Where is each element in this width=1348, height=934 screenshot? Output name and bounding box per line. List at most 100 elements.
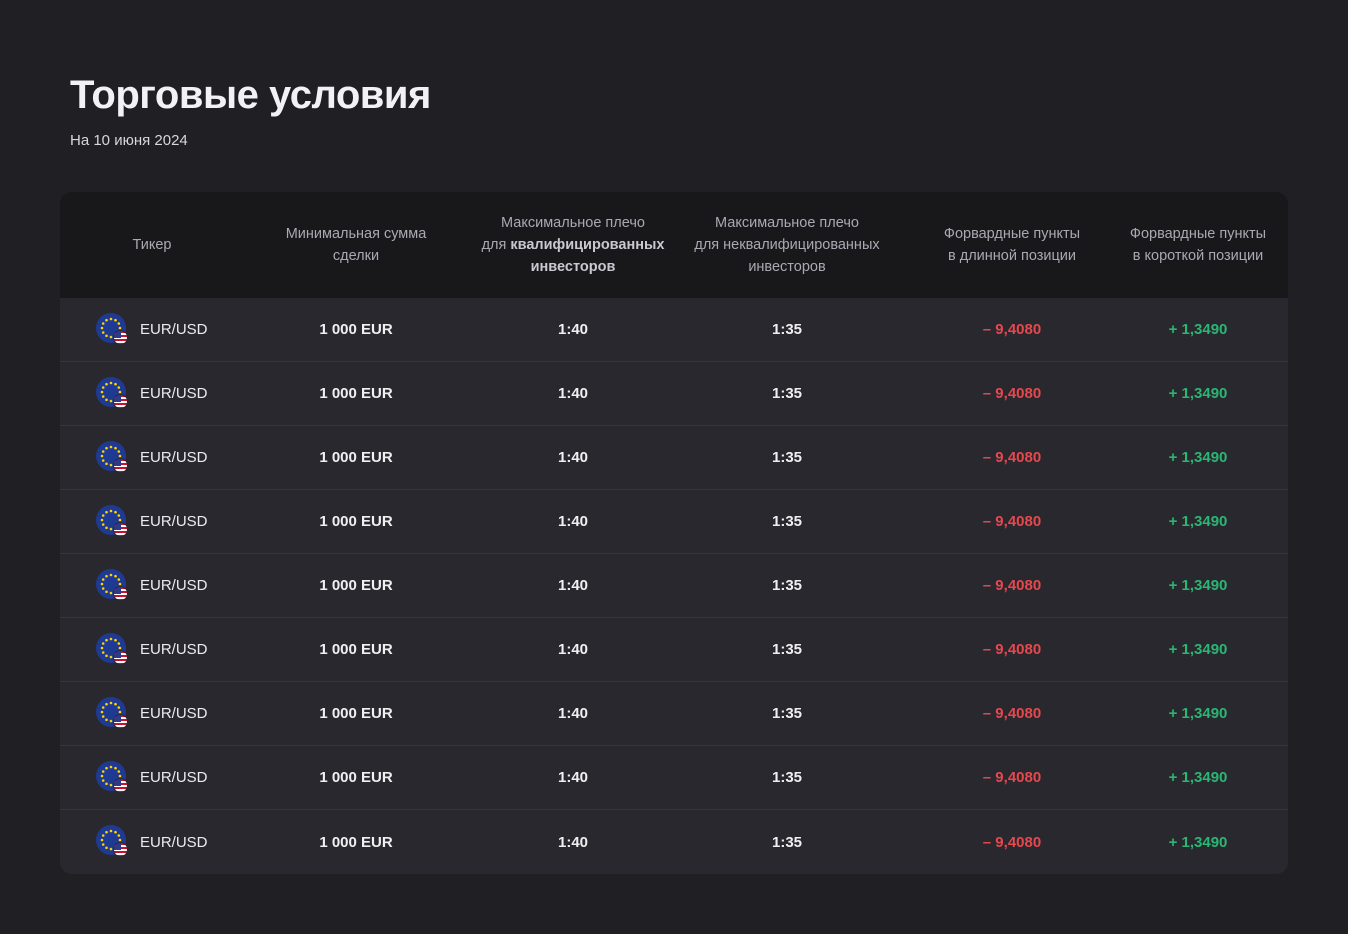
forward-long-cell: – 9,4080: [982, 513, 1042, 530]
forward-long-cell: – 9,4080: [982, 577, 1042, 594]
ticker-cell: EUR/USD: [60, 760, 244, 795]
leverage-unqualified-cell: 1:35: [771, 321, 803, 338]
forward-short-cell: + 1,3490: [1168, 833, 1228, 851]
header-ticker: Тикер: [132, 237, 172, 253]
ticker-cell: EUR/USD: [60, 632, 244, 667]
ticker-cell: EUR/USD: [60, 825, 244, 859]
header-forward-long: Форвардные пункты в длинной позиции: [943, 226, 1081, 264]
forward-short-cell: + 1,3490: [1168, 385, 1228, 402]
forward-long-cell: – 9,4080: [982, 449, 1042, 466]
page-title: Торговые условия: [70, 73, 431, 117]
forward-long-cell: – 9,4080: [982, 833, 1042, 851]
forward-short-cell: + 1,3490: [1168, 577, 1228, 594]
leverage-unqualified-cell: 1:35: [771, 513, 803, 530]
table-row[interactable]: EUR/USD 1 000 EUR 1:40 1:35 – 9,4080 + 1…: [60, 682, 1288, 746]
us-flag-icon: [113, 585, 128, 601]
ticker-label[interactable]: EUR/USD: [140, 321, 208, 338]
ticker-label[interactable]: EUR/USD: [140, 577, 208, 594]
table-row[interactable]: EUR/USD 1 000 EUR 1:40 1:35 – 9,4080 + 1…: [60, 490, 1288, 554]
leverage-qualified-cell: 1:40: [557, 833, 589, 851]
us-flag-icon: [113, 842, 128, 857]
leverage-unqualified-cell: 1:35: [771, 705, 803, 722]
ticker-label[interactable]: EUR/USD: [140, 834, 208, 851]
leverage-unqualified-cell: 1:35: [771, 577, 803, 594]
ticker-label[interactable]: EUR/USD: [140, 769, 208, 786]
table-row[interactable]: EUR/USD 1 000 EUR 1:40 1:35 – 9,4080 + 1…: [60, 362, 1288, 426]
ticker-cell: EUR/USD: [60, 312, 244, 347]
ticker-label[interactable]: EUR/USD: [140, 449, 208, 466]
forward-short-cell: + 1,3490: [1168, 705, 1228, 722]
leverage-qualified-cell: 1:40: [557, 449, 589, 466]
min-amount-cell: 1 000 EUR: [319, 769, 393, 786]
table-row[interactable]: EUR/USD 1 000 EUR 1:40 1:35 – 9,4080 + 1…: [60, 746, 1288, 810]
currency-pair-flags: [96, 568, 130, 603]
leverage-qualified-cell: 1:40: [557, 705, 589, 722]
header-max-leverage-unqualified: Максимальное плечо для неквалифицированн…: [694, 215, 880, 275]
min-amount-cell: 1 000 EUR: [319, 577, 393, 594]
table-row[interactable]: EUR/USD 1 000 EUR 1:40 1:35 – 9,4080 + 1…: [60, 554, 1288, 618]
forward-short-cell: + 1,3490: [1168, 449, 1228, 466]
us-flag-icon: [113, 713, 128, 729]
forward-long-cell: – 9,4080: [982, 641, 1042, 658]
forward-long-cell: – 9,4080: [982, 769, 1042, 786]
leverage-unqualified-cell: 1:35: [771, 449, 803, 466]
min-amount-cell: 1 000 EUR: [319, 321, 393, 338]
trading-conditions-table: Тикер Минимальная сумма сделки Максималь…: [60, 192, 1288, 874]
table-header: Тикер Минимальная сумма сделки Максималь…: [60, 192, 1288, 298]
currency-pair-flags: [96, 504, 130, 539]
ticker-cell: EUR/USD: [60, 568, 244, 603]
currency-pair-flags: [96, 440, 130, 475]
min-amount-cell: 1 000 EUR: [319, 513, 393, 530]
forward-long-cell: – 9,4080: [982, 321, 1042, 338]
leverage-unqualified-cell: 1:35: [771, 833, 803, 851]
min-amount-cell: 1 000 EUR: [319, 641, 393, 658]
table-row[interactable]: EUR/USD 1 000 EUR 1:40 1:35 – 9,4080 + 1…: [60, 810, 1288, 874]
us-flag-icon: [113, 777, 128, 793]
forward-long-cell: – 9,4080: [982, 705, 1042, 722]
forward-short-cell: + 1,3490: [1168, 641, 1228, 658]
us-flag-icon: [113, 521, 128, 537]
currency-pair-flags: [96, 696, 130, 731]
leverage-unqualified-cell: 1:35: [771, 769, 803, 786]
header-forward-short: Форвардные пункты в короткой позиции: [1129, 226, 1267, 264]
ticker-cell: EUR/USD: [60, 376, 244, 411]
ticker-label[interactable]: EUR/USD: [140, 641, 208, 658]
min-amount-cell: 1 000 EUR: [319, 449, 393, 466]
currency-pair-flags: [96, 632, 130, 667]
leverage-unqualified-cell: 1:35: [771, 641, 803, 658]
ticker-cell: EUR/USD: [60, 440, 244, 475]
leverage-qualified-cell: 1:40: [557, 513, 589, 530]
leverage-qualified-cell: 1:40: [557, 641, 589, 658]
ticker-label[interactable]: EUR/USD: [140, 385, 208, 402]
min-amount-cell: 1 000 EUR: [319, 385, 393, 402]
header-min-amount: Минимальная сумма сделки: [285, 226, 427, 264]
leverage-qualified-cell: 1:40: [557, 577, 589, 594]
leverage-unqualified-cell: 1:35: [771, 385, 803, 402]
table-row[interactable]: EUR/USD 1 000 EUR 1:40 1:35 – 9,4080 + 1…: [60, 426, 1288, 490]
min-amount-cell: 1 000 EUR: [319, 833, 393, 851]
leverage-qualified-cell: 1:40: [557, 385, 589, 402]
ticker-label[interactable]: EUR/USD: [140, 513, 208, 530]
forward-short-cell: + 1,3490: [1168, 513, 1228, 530]
forward-long-cell: – 9,4080: [982, 385, 1042, 402]
ticker-cell: EUR/USD: [60, 696, 244, 731]
forward-short-cell: + 1,3490: [1168, 321, 1228, 338]
currency-pair-flags: [96, 376, 130, 411]
us-flag-icon: [113, 457, 128, 473]
page-subtitle: На 10 июня 2024: [70, 132, 188, 149]
ticker-label[interactable]: EUR/USD: [140, 705, 208, 722]
leverage-qualified-cell: 1:40: [557, 321, 589, 338]
us-flag-icon: [113, 649, 128, 665]
us-flag-icon: [113, 393, 128, 409]
forward-short-cell: + 1,3490: [1168, 769, 1228, 786]
table-body: EUR/USD 1 000 EUR 1:40 1:35 – 9,4080 + 1…: [60, 298, 1288, 874]
currency-pair-flags: [96, 760, 130, 795]
table-row[interactable]: EUR/USD 1 000 EUR 1:40 1:35 – 9,4080 + 1…: [60, 298, 1288, 362]
leverage-qualified-cell: 1:40: [557, 769, 589, 786]
table-row[interactable]: EUR/USD 1 000 EUR 1:40 1:35 – 9,4080 + 1…: [60, 618, 1288, 682]
currency-pair-flags: [96, 312, 130, 347]
currency-pair-flags: [96, 825, 130, 859]
ticker-cell: EUR/USD: [60, 504, 244, 539]
header-max-leverage-qualified: Максимальное плечо для квалифицированных…: [481, 215, 665, 275]
us-flag-icon: [113, 329, 128, 345]
